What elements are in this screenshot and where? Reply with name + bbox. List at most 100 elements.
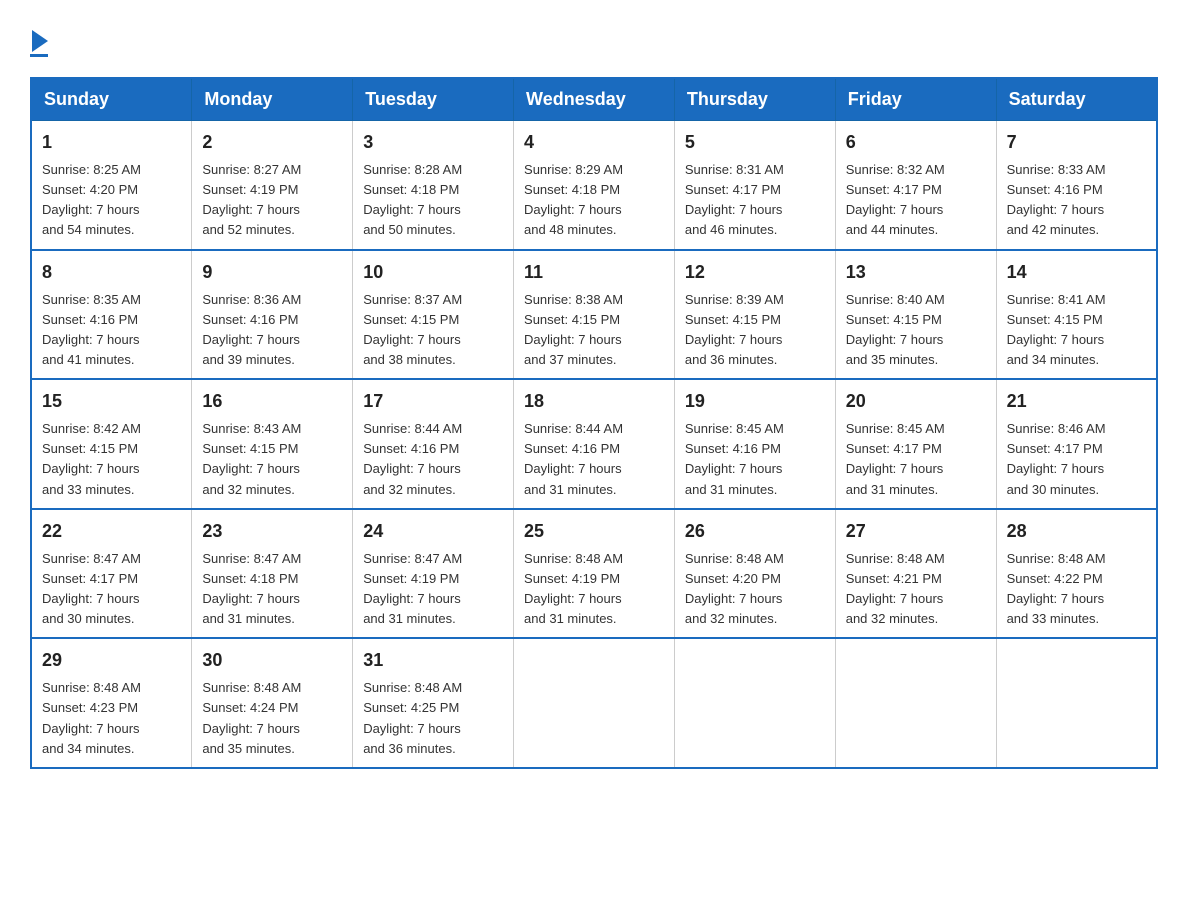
day-number: 15: [42, 388, 181, 415]
day-number: 7: [1007, 129, 1146, 156]
day-info: Sunrise: 8:38 AMSunset: 4:15 PMDaylight:…: [524, 290, 664, 371]
calendar-cell: 2 Sunrise: 8:27 AMSunset: 4:19 PMDaylight…: [192, 121, 353, 250]
day-info: Sunrise: 8:36 AMSunset: 4:16 PMDaylight:…: [202, 290, 342, 371]
day-info: Sunrise: 8:44 AMSunset: 4:16 PMDaylight:…: [524, 419, 664, 500]
calendar-week-3: 15 Sunrise: 8:42 AMSunset: 4:15 PMDayligh…: [31, 379, 1157, 509]
day-info: Sunrise: 8:48 AMSunset: 4:20 PMDaylight:…: [685, 549, 825, 630]
calendar-table: SundayMondayTuesdayWednesdayThursdayFrid…: [30, 77, 1158, 769]
calendar-header-saturday: Saturday: [996, 78, 1157, 121]
calendar-cell: 24 Sunrise: 8:47 AMSunset: 4:19 PMDayligh…: [353, 509, 514, 639]
day-number: 16: [202, 388, 342, 415]
calendar-cell: 16 Sunrise: 8:43 AMSunset: 4:15 PMDayligh…: [192, 379, 353, 509]
day-info: Sunrise: 8:41 AMSunset: 4:15 PMDaylight:…: [1007, 290, 1146, 371]
day-info: Sunrise: 8:45 AMSunset: 4:17 PMDaylight:…: [846, 419, 986, 500]
calendar-cell: 8 Sunrise: 8:35 AMSunset: 4:16 PMDaylight…: [31, 250, 192, 380]
day-info: Sunrise: 8:39 AMSunset: 4:15 PMDaylight:…: [685, 290, 825, 371]
day-info: Sunrise: 8:45 AMSunset: 4:16 PMDaylight:…: [685, 419, 825, 500]
calendar-header-wednesday: Wednesday: [514, 78, 675, 121]
day-number: 22: [42, 518, 181, 545]
calendar-cell: 28 Sunrise: 8:48 AMSunset: 4:22 PMDayligh…: [996, 509, 1157, 639]
day-number: 10: [363, 259, 503, 286]
day-number: 19: [685, 388, 825, 415]
day-info: Sunrise: 8:44 AMSunset: 4:16 PMDaylight:…: [363, 419, 503, 500]
calendar-cell: [996, 638, 1157, 768]
day-number: 12: [685, 259, 825, 286]
day-number: 13: [846, 259, 986, 286]
day-number: 4: [524, 129, 664, 156]
day-info: Sunrise: 8:27 AMSunset: 4:19 PMDaylight:…: [202, 160, 342, 241]
logo-underline: [30, 54, 48, 57]
calendar-header-tuesday: Tuesday: [353, 78, 514, 121]
calendar-cell: 19 Sunrise: 8:45 AMSunset: 4:16 PMDayligh…: [674, 379, 835, 509]
calendar-cell: 31 Sunrise: 8:48 AMSunset: 4:25 PMDayligh…: [353, 638, 514, 768]
day-info: Sunrise: 8:29 AMSunset: 4:18 PMDaylight:…: [524, 160, 664, 241]
day-info: Sunrise: 8:48 AMSunset: 4:22 PMDaylight:…: [1007, 549, 1146, 630]
day-info: Sunrise: 8:48 AMSunset: 4:23 PMDaylight:…: [42, 678, 181, 759]
calendar-header-friday: Friday: [835, 78, 996, 121]
day-number: 27: [846, 518, 986, 545]
logo: [30, 30, 48, 57]
calendar-cell: 4 Sunrise: 8:29 AMSunset: 4:18 PMDaylight…: [514, 121, 675, 250]
logo-arrow-icon: [32, 30, 48, 52]
day-number: 23: [202, 518, 342, 545]
calendar-cell: 6 Sunrise: 8:32 AMSunset: 4:17 PMDaylight…: [835, 121, 996, 250]
day-number: 30: [202, 647, 342, 674]
calendar-cell: 1 Sunrise: 8:25 AMSunset: 4:20 PMDaylight…: [31, 121, 192, 250]
calendar-cell: 11 Sunrise: 8:38 AMSunset: 4:15 PMDayligh…: [514, 250, 675, 380]
calendar-cell: 14 Sunrise: 8:41 AMSunset: 4:15 PMDayligh…: [996, 250, 1157, 380]
day-number: 24: [363, 518, 503, 545]
calendar-week-1: 1 Sunrise: 8:25 AMSunset: 4:20 PMDaylight…: [31, 121, 1157, 250]
day-number: 11: [524, 259, 664, 286]
day-number: 1: [42, 129, 181, 156]
calendar-header-sunday: Sunday: [31, 78, 192, 121]
calendar-cell: 17 Sunrise: 8:44 AMSunset: 4:16 PMDayligh…: [353, 379, 514, 509]
day-info: Sunrise: 8:42 AMSunset: 4:15 PMDaylight:…: [42, 419, 181, 500]
day-info: Sunrise: 8:31 AMSunset: 4:17 PMDaylight:…: [685, 160, 825, 241]
day-info: Sunrise: 8:35 AMSunset: 4:16 PMDaylight:…: [42, 290, 181, 371]
day-info: Sunrise: 8:47 AMSunset: 4:19 PMDaylight:…: [363, 549, 503, 630]
day-info: Sunrise: 8:28 AMSunset: 4:18 PMDaylight:…: [363, 160, 503, 241]
calendar-week-2: 8 Sunrise: 8:35 AMSunset: 4:16 PMDaylight…: [31, 250, 1157, 380]
calendar-cell: 25Sunrise: 8:48 AMSunset: 4:19 PMDayligh…: [514, 509, 675, 639]
day-info: Sunrise: 8:32 AMSunset: 4:17 PMDaylight:…: [846, 160, 986, 241]
calendar-cell: [835, 638, 996, 768]
day-number: 14: [1007, 259, 1146, 286]
day-number: 29: [42, 647, 181, 674]
calendar-cell: 27Sunrise: 8:48 AMSunset: 4:21 PMDayligh…: [835, 509, 996, 639]
calendar-cell: [514, 638, 675, 768]
page-header: [30, 30, 1158, 57]
day-number: 3: [363, 129, 503, 156]
day-info: Sunrise: 8:47 AMSunset: 4:18 PMDaylight:…: [202, 549, 342, 630]
day-info: Sunrise: 8:33 AMSunset: 4:16 PMDaylight:…: [1007, 160, 1146, 241]
calendar-cell: [674, 638, 835, 768]
day-info: Sunrise: 8:43 AMSunset: 4:15 PMDaylight:…: [202, 419, 342, 500]
day-number: 28: [1007, 518, 1146, 545]
day-number: 31: [363, 647, 503, 674]
day-info: Sunrise: 8:48 AMSunset: 4:19 PMDaylight:…: [524, 549, 664, 630]
day-number: 8: [42, 259, 181, 286]
calendar-header-monday: Monday: [192, 78, 353, 121]
day-number: 21: [1007, 388, 1146, 415]
day-number: 9: [202, 259, 342, 286]
day-number: 17: [363, 388, 503, 415]
calendar-cell: 21Sunrise: 8:46 AMSunset: 4:17 PMDayligh…: [996, 379, 1157, 509]
calendar-cell: 30Sunrise: 8:48 AMSunset: 4:24 PMDayligh…: [192, 638, 353, 768]
day-number: 6: [846, 129, 986, 156]
calendar-cell: 12 Sunrise: 8:39 AMSunset: 4:15 PMDayligh…: [674, 250, 835, 380]
calendar-cell: 3 Sunrise: 8:28 AMSunset: 4:18 PMDaylight…: [353, 121, 514, 250]
calendar-week-4: 22 Sunrise: 8:47 AMSunset: 4:17 PMDayligh…: [31, 509, 1157, 639]
day-number: 26: [685, 518, 825, 545]
calendar-cell: 20 Sunrise: 8:45 AMSunset: 4:17 PMDayligh…: [835, 379, 996, 509]
day-number: 20: [846, 388, 986, 415]
calendar-cell: 18 Sunrise: 8:44 AMSunset: 4:16 PMDayligh…: [514, 379, 675, 509]
day-info: Sunrise: 8:48 AMSunset: 4:25 PMDaylight:…: [363, 678, 503, 759]
day-number: 2: [202, 129, 342, 156]
day-number: 5: [685, 129, 825, 156]
calendar-cell: 29 Sunrise: 8:48 AMSunset: 4:23 PMDayligh…: [31, 638, 192, 768]
day-info: Sunrise: 8:47 AMSunset: 4:17 PMDaylight:…: [42, 549, 181, 630]
day-info: Sunrise: 8:25 AMSunset: 4:20 PMDaylight:…: [42, 160, 181, 241]
calendar-cell: 13 Sunrise: 8:40 AMSunset: 4:15 PMDayligh…: [835, 250, 996, 380]
calendar-cell: 7 Sunrise: 8:33 AMSunset: 4:16 PMDaylight…: [996, 121, 1157, 250]
day-info: Sunrise: 8:40 AMSunset: 4:15 PMDaylight:…: [846, 290, 986, 371]
day-number: 18: [524, 388, 664, 415]
